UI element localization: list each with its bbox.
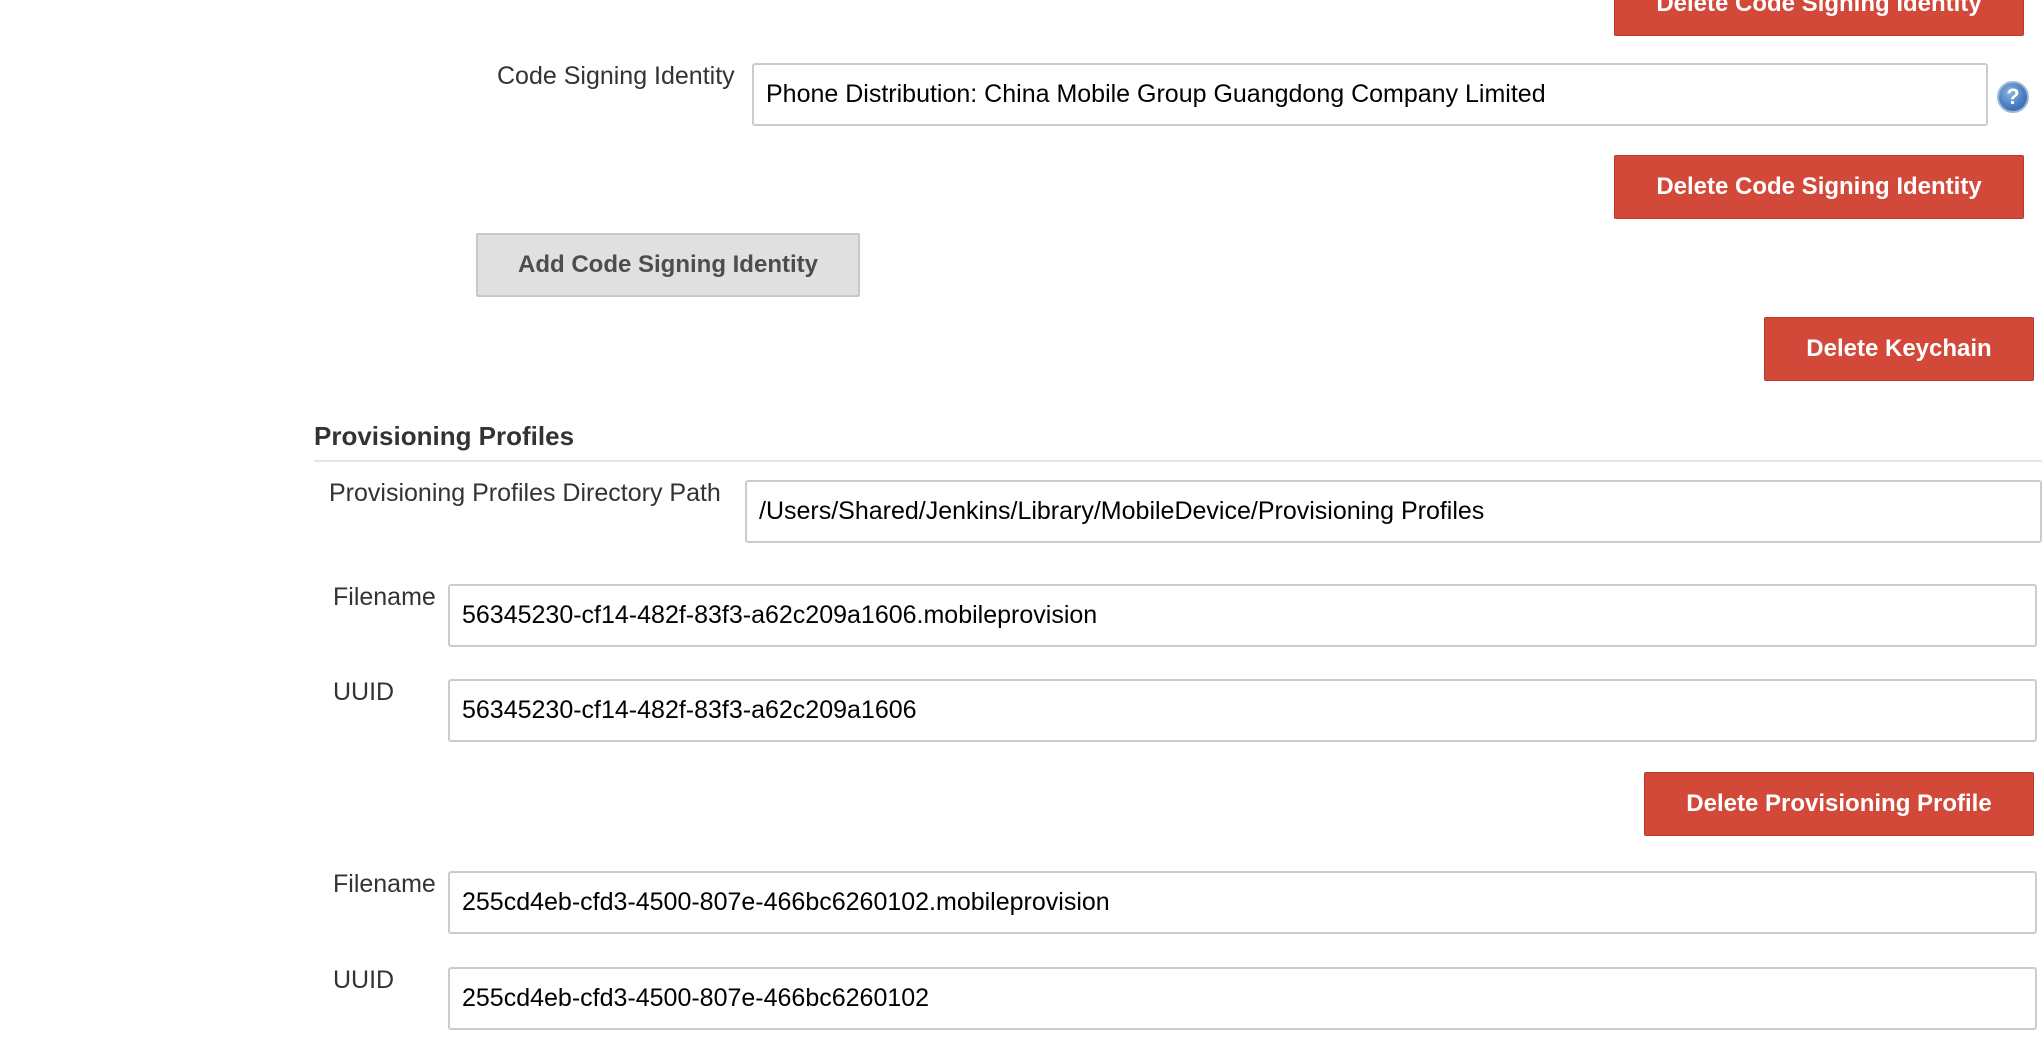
filename-label: Filename <box>333 870 436 898</box>
uuid-label: UUID <box>333 966 395 994</box>
filename-label: Filename <box>333 583 436 611</box>
provisioning-profiles-heading: Provisioning Profiles <box>314 421 575 451</box>
delete-code-signing-identity-button-top[interactable]: Delete Code Signing Identity <box>1614 0 2024 36</box>
section-divider <box>314 460 2042 462</box>
filename-field[interactable]: 255cd4eb-cfd3-4500-807e-466bc6260102.mob… <box>448 871 2037 934</box>
provisioning-directory-field[interactable]: /Users/Shared/Jenkins/Library/MobileDevi… <box>745 480 2042 543</box>
help-icon[interactable]: ? <box>1997 81 2029 113</box>
uuid-label: UUID <box>333 678 395 706</box>
code-signing-identity-field[interactable]: Phone Distribution: China Mobile Group G… <box>752 63 1988 126</box>
filename-field[interactable]: 56345230-cf14-482f-83f3-a62c209a1606.mob… <box>448 584 2037 647</box>
add-code-signing-identity-button[interactable]: Add Code Signing Identity <box>476 233 860 297</box>
code-signing-identity-label: Code Signing Identity <box>497 62 735 90</box>
delete-provisioning-profile-button[interactable]: Delete Provisioning Profile <box>1644 772 2034 836</box>
provisioning-directory-label: Provisioning Profiles Directory Path <box>329 479 721 507</box>
uuid-field[interactable]: 56345230-cf14-482f-83f3-a62c209a1606 <box>448 679 2037 742</box>
delete-keychain-button[interactable]: Delete Keychain <box>1764 317 2034 381</box>
delete-code-signing-identity-button[interactable]: Delete Code Signing Identity <box>1614 155 2024 219</box>
uuid-field[interactable]: 255cd4eb-cfd3-4500-807e-466bc6260102 <box>448 967 2037 1030</box>
